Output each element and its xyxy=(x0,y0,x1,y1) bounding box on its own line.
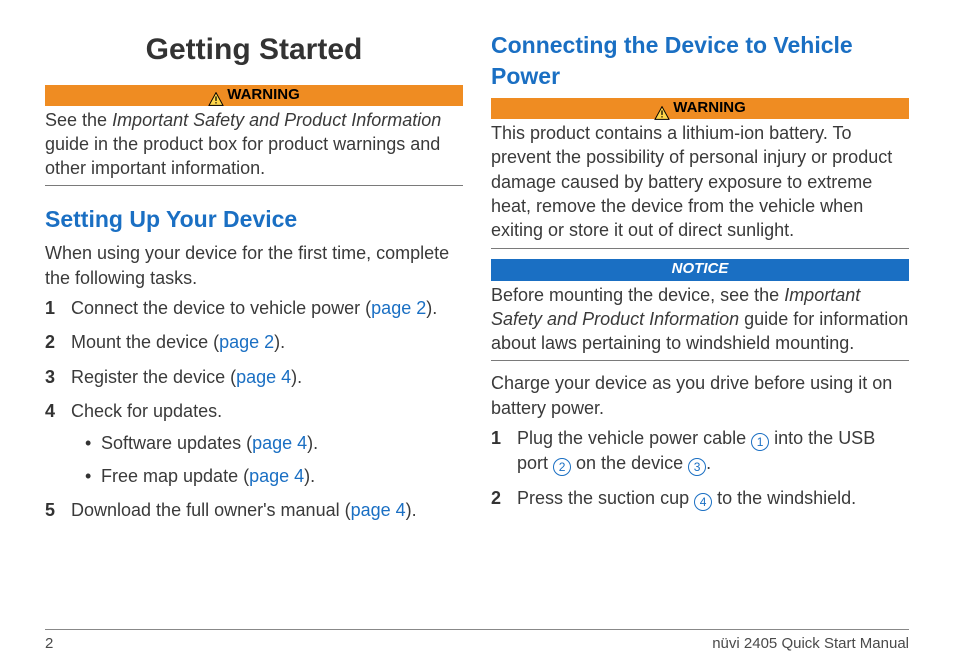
step-4-sublist: Software updates (page 4). Free map upda… xyxy=(71,431,463,488)
warning-text-post: guide in the product box for product war… xyxy=(45,134,440,178)
warning-text-pre: See the xyxy=(45,110,112,130)
page-link[interactable]: page 4 xyxy=(249,466,304,486)
page-link[interactable]: page 4 xyxy=(236,367,291,387)
step-5: Download the full owner's manual (page 4… xyxy=(45,498,463,522)
page-link[interactable]: page 2 xyxy=(219,332,274,352)
warning-triangle-icon xyxy=(654,102,670,116)
notice-label: NOTICE xyxy=(672,259,729,279)
warning-text: This product contains a lithium-ion batt… xyxy=(491,119,909,248)
left-column: Getting Started WARNING See the Importan… xyxy=(45,30,463,615)
notice-text-pre: Before mounting the device, see the xyxy=(491,285,784,305)
connect-steps: Plug the vehicle power cable 1 into the … xyxy=(491,426,909,511)
sub-software-updates: Software updates (page 4). xyxy=(71,431,463,455)
page-link[interactable]: page 2 xyxy=(371,298,426,318)
warning-label: WARNING xyxy=(673,98,746,118)
warning-triangle-icon xyxy=(208,88,224,102)
setup-steps: Connect the device to vehicle power (pag… xyxy=(45,296,463,522)
right-column: Connecting the Device to Vehicle Power W… xyxy=(491,30,909,615)
warning-bar: WARNING xyxy=(491,98,909,119)
warning-bar: WARNING xyxy=(45,85,463,106)
setup-heading: Setting Up Your Device xyxy=(45,204,463,235)
sub-map-update: Free map update (page 4). xyxy=(71,464,463,488)
page-title: Getting Started xyxy=(45,30,463,71)
page-link[interactable]: page 4 xyxy=(252,433,307,453)
callout-3-icon: 3 xyxy=(688,458,706,476)
notice-bar: NOTICE xyxy=(491,259,909,281)
warning-text-em: Important Safety and Product Information xyxy=(112,110,441,130)
callout-2-icon: 2 xyxy=(553,458,571,476)
notice-text: Before mounting the device, see the Impo… xyxy=(491,281,909,362)
connect-step-2: Press the suction cup 4 to the windshiel… xyxy=(491,486,909,511)
page-footer: 2 nüvi 2405 Quick Start Manual xyxy=(45,629,909,654)
page-number: 2 xyxy=(45,634,53,654)
charge-text: Charge your device as you drive before u… xyxy=(491,371,909,420)
setup-intro: When using your device for the first tim… xyxy=(45,241,463,290)
step-4: Check for updates. Software updates (pag… xyxy=(45,399,463,488)
step-2: Mount the device (page 2). xyxy=(45,330,463,354)
footer-title: nüvi 2405 Quick Start Manual xyxy=(712,634,909,654)
connect-heading: Connecting the Device to Vehicle Power xyxy=(491,30,909,92)
connect-step-1: Plug the vehicle power cable 1 into the … xyxy=(491,426,909,476)
step-1: Connect the device to vehicle power (pag… xyxy=(45,296,463,320)
step-3: Register the device (page 4). xyxy=(45,365,463,389)
warning-label: WARNING xyxy=(227,85,300,105)
warning-text: See the Important Safety and Product Inf… xyxy=(45,106,463,187)
page-link[interactable]: page 4 xyxy=(351,500,406,520)
callout-4-icon: 4 xyxy=(694,493,712,511)
callout-1-icon: 1 xyxy=(751,433,769,451)
